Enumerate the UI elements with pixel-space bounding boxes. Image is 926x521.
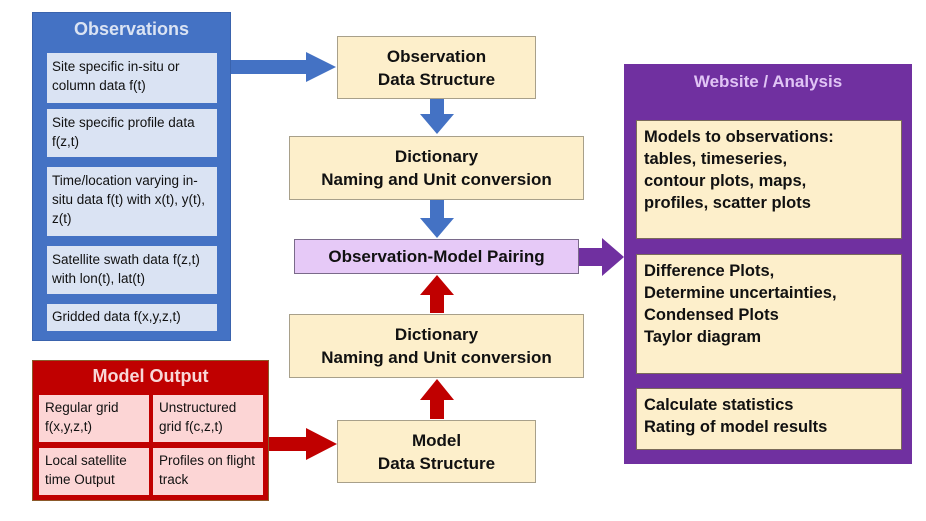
arrow-model-to-structure — [269, 428, 337, 460]
model-output-cell: Regular grid f(x,y,z,t) — [39, 395, 149, 442]
observation-item: Time/location varying in-situ data f(t) … — [47, 167, 217, 236]
observation-dictionary-box: Dictionary Naming and Unit conversion — [289, 136, 584, 200]
box-line: Dictionary — [394, 147, 479, 166]
model-data-structure-box: Model Data Structure — [337, 420, 536, 483]
model-output-title: Model Output — [92, 366, 209, 386]
analysis-line: Difference Plots, — [644, 262, 775, 280]
arrow-model-dictionary-to-pairing — [420, 275, 454, 313]
analysis-item: Models to observations: tables, timeseri… — [636, 120, 902, 239]
arrow-pairing-to-website — [579, 238, 624, 276]
model-output-cell: Profiles on flight track — [153, 448, 263, 495]
box-line: Observation-Model Pairing — [328, 247, 545, 266]
arrow-model-structure-to-dictionary — [420, 379, 454, 419]
model-output-cell: Local satellite time Output — [39, 448, 149, 495]
analysis-line: Models to observations: — [644, 128, 834, 146]
website-analysis-title: Website / Analysis — [693, 72, 843, 91]
model-dictionary-box: Dictionary Naming and Unit conversion — [289, 314, 584, 378]
arrow-dictionary-to-pairing — [420, 200, 454, 238]
model-output-panel: Model Output Regular grid f(x,y,z,t) Uns… — [32, 360, 269, 501]
analysis-line: profiles, scatter plots — [644, 194, 811, 212]
box-line: Model — [411, 430, 462, 450]
box-line: Data Structure — [377, 453, 496, 473]
box-line: Naming and Unit conversion — [321, 170, 552, 189]
observation-model-pairing-box: Observation-Model Pairing — [294, 239, 579, 274]
analysis-line: tables, timeseries, — [644, 150, 788, 168]
box-line: Data Structure — [377, 69, 496, 89]
observations-title: Observations — [73, 19, 190, 39]
box-line: Naming and Unit conversion — [321, 348, 552, 367]
website-analysis-panel: Website / Analysis Models to observation… — [624, 64, 912, 464]
analysis-line: Condensed Plots — [644, 306, 779, 324]
analysis-item: Difference Plots, Determine uncertaintie… — [636, 254, 902, 374]
model-output-cell: Unstructured grid f(c,z,t) — [153, 395, 263, 442]
arrow-structure-to-dictionary — [420, 99, 454, 134]
analysis-line: Taylor diagram — [644, 328, 762, 346]
analysis-item: Calculate statistics Rating of model res… — [636, 388, 902, 450]
box-line: Dictionary — [394, 325, 479, 344]
observation-item: Site specific profile data f(z,t) — [47, 109, 217, 157]
analysis-line: Calculate statistics — [644, 396, 794, 414]
observation-item: Gridded data f(x,y,z,t) — [47, 304, 217, 331]
observation-data-structure-box: Observation Data Structure — [337, 36, 536, 99]
analysis-line: Determine uncertainties, — [644, 284, 837, 302]
observation-item: Site specific in-situ or column data f(t… — [47, 53, 217, 103]
box-line: Observation — [386, 46, 487, 66]
analysis-line: contour plots, maps, — [644, 172, 807, 190]
observations-panel: Observations Site specific in-situ or co… — [32, 12, 231, 341]
analysis-line: Rating of model results — [644, 418, 828, 436]
arrow-obs-to-structure — [231, 52, 336, 82]
observation-item: Satellite swath data f(z,t) with lon(t),… — [47, 246, 217, 294]
